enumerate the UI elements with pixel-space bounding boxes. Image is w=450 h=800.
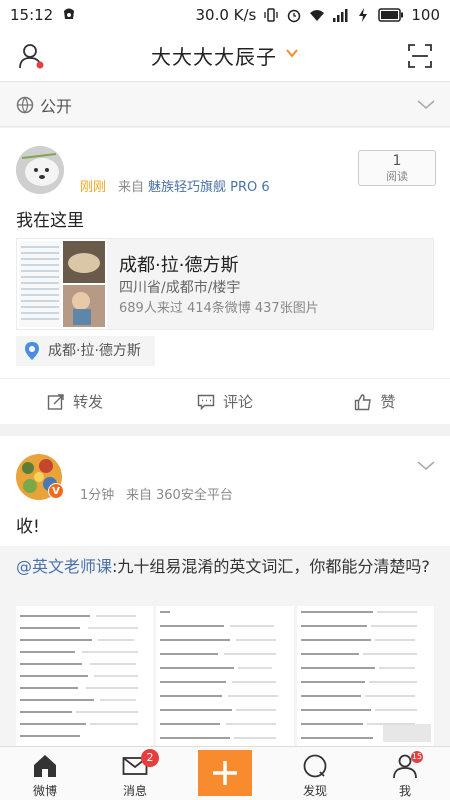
repost-image[interactable] xyxy=(156,606,294,746)
avatar[interactable] xyxy=(16,146,64,194)
post-text: 我在这里 xyxy=(16,211,84,231)
search-icon xyxy=(303,754,327,778)
location-tag[interactable]: 成都·拉·德方斯 xyxy=(16,336,155,366)
reposted-content[interactable]: @英文老师课:九十组易混淆的英文词汇，你都能分清楚吗? xyxy=(0,546,450,746)
read-count-box: 1 阅读 xyxy=(358,150,436,186)
tab-label: 消息 xyxy=(122,784,147,798)
chevron-down-icon[interactable] xyxy=(416,95,436,115)
thumbs-up-icon xyxy=(355,393,372,410)
compose-background xyxy=(198,750,252,796)
page-title[interactable]: 大大大大辰子 xyxy=(151,41,277,70)
tab-discover[interactable]: 发现 xyxy=(270,747,360,800)
profile-badge: 15 xyxy=(411,751,423,763)
repost-text: @英文老师课:九十组易混淆的英文词汇，你都能分清楚吗? xyxy=(16,556,436,578)
network-speed: 30.0 K/s xyxy=(195,6,257,24)
plus-icon xyxy=(213,761,237,785)
vibrate-icon xyxy=(264,8,279,22)
chevron-down-icon[interactable] xyxy=(416,456,436,476)
comment-button[interactable]: 评论 xyxy=(150,379,300,424)
tab-messages[interactable]: 2 消息 xyxy=(90,747,180,800)
repost-images xyxy=(16,606,434,746)
location-label: 成都·拉·德方斯 xyxy=(48,343,141,359)
read-label: 阅读 xyxy=(386,170,408,183)
verified-badge: V xyxy=(48,483,64,499)
source-prefix: 来自 xyxy=(118,180,145,195)
header: 大大大大辰子 xyxy=(0,30,450,82)
mention-link[interactable]: @英文老师课 xyxy=(16,557,112,576)
comment-icon xyxy=(197,394,215,410)
compose-button[interactable] xyxy=(180,747,270,800)
tab-home[interactable]: 微博 xyxy=(0,747,90,800)
status-bar: 15:12 30.0 K/s 100 xyxy=(0,0,450,30)
tab-label: 我 xyxy=(398,784,411,798)
message-badge: 2 xyxy=(141,749,159,767)
tab-label: 微博 xyxy=(32,784,57,798)
place-card[interactable]: 成都·拉·德方斯 四川省/成都市/楼宇 689人来过 414条微博 437张图片 xyxy=(16,238,434,330)
bottom-tab-bar: 微博 2 消息 发现 15 我 xyxy=(0,746,450,800)
status-time: 15:12 xyxy=(10,6,54,24)
alarm-icon xyxy=(288,9,301,23)
wifi-icon xyxy=(310,10,325,21)
home-icon xyxy=(34,755,56,777)
post-time: 刚刚 xyxy=(80,180,107,195)
visibility-bar[interactable]: 公开 xyxy=(0,83,450,127)
post-card[interactable]: V 1分钟 来自 360安全平台 收! @英文老师课:九十组易混淆的英文词汇，你… xyxy=(0,436,450,746)
tab-profile[interactable]: 15 我 xyxy=(360,747,450,800)
post-text: 收! xyxy=(16,517,40,537)
place-stats: 689人来过 414条微博 437张图片 xyxy=(119,301,319,316)
repost-label: 转发 xyxy=(72,393,103,411)
place-address: 四川省/成都市/楼宇 xyxy=(119,280,241,296)
globe-icon xyxy=(16,96,34,113)
repost-image[interactable] xyxy=(296,606,434,746)
source-prefix: 来自 xyxy=(126,488,153,503)
comment-label: 评论 xyxy=(222,393,253,411)
battery-icon xyxy=(378,8,404,22)
post-source[interactable]: 魅族轻巧旗舰 PRO 6 xyxy=(148,176,270,195)
notification-icon xyxy=(64,8,75,19)
like-button[interactable]: 赞 xyxy=(300,379,450,424)
repost-button[interactable]: 转发 xyxy=(0,379,150,424)
visibility-label: 公开 xyxy=(40,96,73,116)
battery-level: 100 xyxy=(411,6,440,24)
scan-icon[interactable] xyxy=(406,42,434,70)
place-name: 成都·拉·德方斯 xyxy=(119,255,239,276)
post-actions: 转发 评论 赞 xyxy=(0,378,450,424)
place-thumbnail xyxy=(17,239,107,329)
signal-icon xyxy=(333,9,348,22)
post-card[interactable]: 刚刚 来自 魅族轻巧旗舰 PRO 6 1 阅读 我在这里 成都·拉·德方斯 四川… xyxy=(0,128,450,424)
tab-label: 发现 xyxy=(302,784,327,798)
post-source: 360安全平台 xyxy=(156,488,233,503)
repost-icon xyxy=(47,393,64,410)
read-count: 1 xyxy=(392,153,402,169)
repost-body: :九十组易混淆的英文词汇，你都能分清楚吗? xyxy=(112,557,430,576)
like-label: 赞 xyxy=(380,393,396,411)
user-icon[interactable] xyxy=(18,42,46,70)
post-time: 1分钟 xyxy=(80,488,115,503)
charging-icon xyxy=(359,8,368,22)
repost-image[interactable] xyxy=(16,606,154,746)
location-pin-icon xyxy=(25,342,39,360)
chevron-down-icon[interactable] xyxy=(285,46,299,60)
